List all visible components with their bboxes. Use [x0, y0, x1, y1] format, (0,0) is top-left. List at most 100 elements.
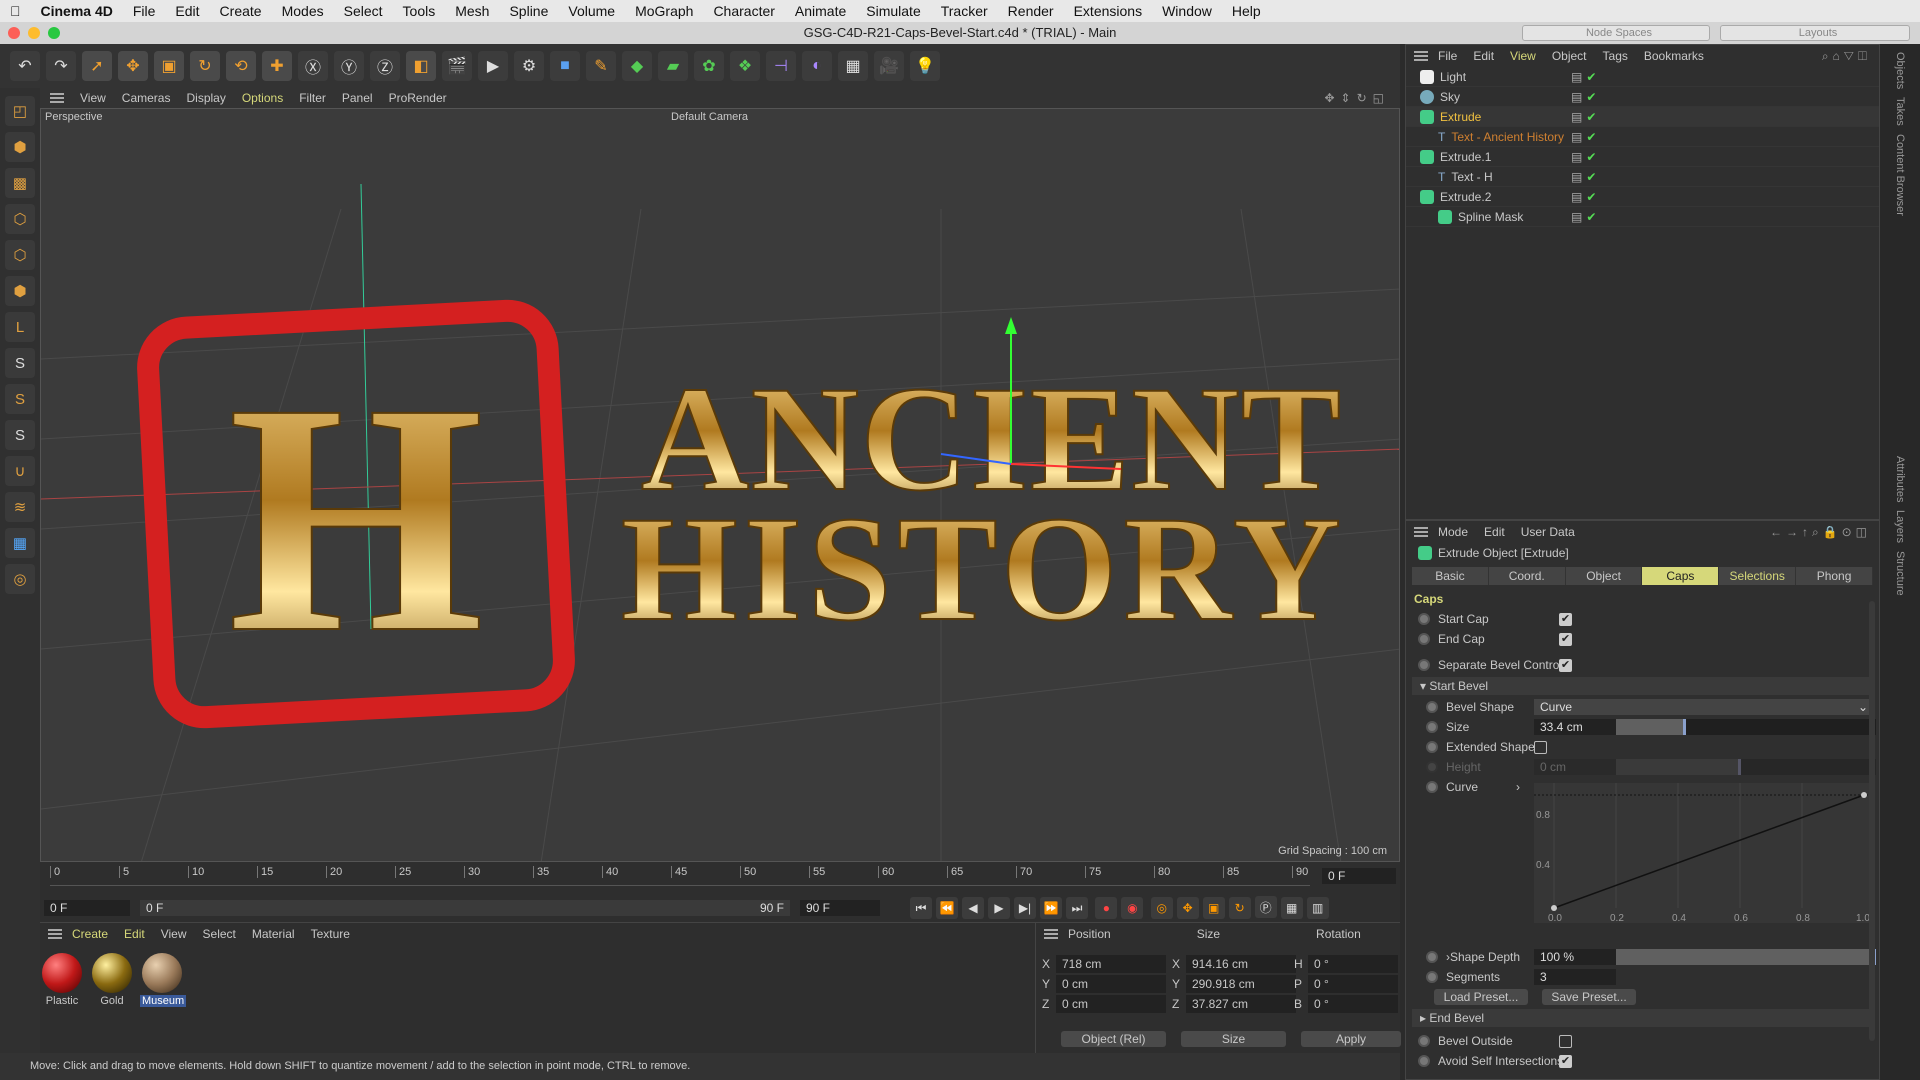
menu-window[interactable]: Window	[1152, 3, 1222, 19]
select-tool-icon[interactable]: ➚	[82, 51, 112, 81]
object-menu-icon[interactable]	[1414, 51, 1428, 61]
tab-object[interactable]: Object	[1565, 567, 1643, 585]
enabled-check-icon[interactable]: ✔	[1586, 130, 1596, 144]
enabled-check-icon[interactable]: ✔	[1586, 110, 1596, 124]
mat-menu-create[interactable]: Create	[72, 927, 108, 941]
object-row[interactable]: Extrude.2 ▤ ✔	[1406, 187, 1879, 207]
segments-field[interactable]: 3	[1534, 969, 1616, 985]
mat-menu-edit[interactable]: Edit	[124, 927, 145, 941]
edit-visibility-icon[interactable]: ▤	[1571, 150, 1582, 164]
add-tool-icon[interactable]: ✚	[262, 51, 292, 81]
obj-menu-edit[interactable]: Edit	[1473, 49, 1494, 63]
menu-select[interactable]: Select	[334, 3, 393, 19]
enabled-check-icon[interactable]: ✔	[1586, 150, 1596, 164]
shape-depth-field[interactable]: 100 %	[1534, 949, 1616, 965]
vp-menu-cameras[interactable]: Cameras	[122, 91, 171, 105]
size-slider[interactable]	[1616, 719, 1876, 735]
pen-icon[interactable]: ✎	[586, 51, 616, 81]
menu-simulate[interactable]: Simulate	[856, 3, 930, 19]
redo-icon[interactable]: ↷	[46, 51, 76, 81]
layouts-select[interactable]: Layouts	[1720, 25, 1910, 41]
undo-icon[interactable]: ↶	[10, 51, 40, 81]
mat-menu-view[interactable]: View	[161, 927, 187, 941]
viewport-nav-icons[interactable]: ✥⇕↻◱	[1324, 91, 1390, 105]
rotation-field[interactable]: 0 °	[1308, 995, 1398, 1013]
shape-depth-slider[interactable]	[1616, 949, 1876, 965]
enabled-check-icon[interactable]: ✔	[1586, 70, 1596, 84]
chevron-right-icon[interactable]: ›	[1516, 780, 1520, 794]
attr-menu-mode[interactable]: Mode	[1438, 525, 1468, 539]
extrude-icon[interactable]: ▰	[658, 51, 688, 81]
goto-end-icon[interactable]: ⏭	[1066, 897, 1088, 919]
side-tab-structure[interactable]: Structure	[1894, 551, 1906, 596]
obj-menu-view[interactable]: View	[1510, 49, 1536, 63]
separate-bevel-checkbox[interactable]: ✔	[1559, 658, 1572, 672]
tab-basic[interactable]: Basic	[1412, 567, 1489, 585]
field-icon[interactable]: ◐	[802, 51, 832, 81]
bevel-shape-select[interactable]: Curve ⌄	[1534, 699, 1874, 715]
enabled-check-icon[interactable]: ✔	[1586, 190, 1596, 204]
mat-menu-texture[interactable]: Texture	[311, 927, 350, 941]
anim-radio[interactable]	[1426, 741, 1438, 753]
autokey-icon[interactable]: ◉	[1121, 896, 1144, 919]
menu-animate[interactable]: Animate	[785, 3, 856, 19]
end-frame-field[interactable]: 90 F	[800, 900, 880, 916]
rotation-field[interactable]: 0 °	[1308, 975, 1398, 993]
object-row[interactable]: Spline Mask ▤ ✔	[1406, 207, 1879, 227]
layer-icon[interactable]: ≋	[5, 492, 35, 522]
position-field[interactable]: 0 cm	[1056, 975, 1166, 993]
menu-modes[interactable]: Modes	[272, 3, 334, 19]
anim-radio[interactable]	[1418, 1055, 1430, 1067]
axis-mode-icon[interactable]: L	[5, 312, 35, 342]
material-plastic[interactable]: Plastic	[40, 953, 84, 1007]
anim-radio[interactable]	[1418, 1035, 1430, 1047]
side-tab-layers[interactable]: Layers	[1894, 510, 1906, 543]
object-row[interactable]: Extrude ▤ ✔	[1406, 107, 1879, 127]
anim-radio[interactable]	[1426, 701, 1438, 713]
enabled-check-icon[interactable]: ✔	[1586, 170, 1596, 184]
enabled-check-icon[interactable]: ✔	[1586, 90, 1596, 104]
edit-visibility-icon[interactable]: ▤	[1571, 110, 1582, 124]
start-frame-field[interactable]: 0 F	[44, 900, 130, 916]
floor-icon[interactable]: ▦	[838, 51, 868, 81]
viewport-menu-icon[interactable]	[50, 93, 64, 103]
anim-radio[interactable]	[1418, 659, 1430, 671]
curve-editor[interactable]: 0.8 0.4 0.0 0.2 0.4 0.6 0.8 1.0	[1534, 783, 1874, 923]
material-gold[interactable]: Gold	[90, 953, 134, 1007]
coord-mode-select[interactable]: Object (Rel)	[1061, 1031, 1166, 1047]
object-row[interactable]: T Text - H ▤ ✔	[1406, 167, 1879, 187]
tab-phong[interactable]: Phong	[1796, 567, 1873, 585]
current-frame-field[interactable]: 0 F	[1322, 868, 1396, 884]
anim-radio[interactable]	[1418, 613, 1430, 625]
prev-key-icon[interactable]: ⏪	[936, 896, 958, 919]
menu-volume[interactable]: Volume	[558, 3, 625, 19]
gizmo-y-arrow[interactable]	[1005, 317, 1017, 334]
vp-menu-view[interactable]: View	[80, 91, 106, 105]
start-bevel-section[interactable]: ▾ Start Bevel	[1412, 677, 1873, 695]
side-tab-attributes[interactable]: Attributes	[1894, 456, 1906, 502]
y-axis-icon[interactable]: Ⓨ	[334, 51, 364, 81]
polygons-mode-icon[interactable]: ⬢	[5, 276, 35, 306]
mograph-icon[interactable]: ❖	[730, 51, 760, 81]
side-tab-takes[interactable]: Takes	[1894, 97, 1906, 126]
anim-radio[interactable]	[1426, 971, 1438, 983]
position-field[interactable]: 0 cm	[1056, 995, 1166, 1013]
avoid-self-intersections-checkbox[interactable]: ✔	[1559, 1054, 1572, 1068]
menu-render[interactable]: Render	[998, 3, 1064, 19]
load-preset-button[interactable]: Load Preset...	[1434, 989, 1528, 1005]
workplane-icon[interactable]: S	[5, 420, 35, 450]
prev-frame-icon[interactable]: ◀	[962, 896, 984, 919]
position-field[interactable]: 718 cm	[1056, 955, 1166, 973]
edit-visibility-icon[interactable]: ▤	[1571, 190, 1582, 204]
scale-tool-icon[interactable]: ▣	[154, 51, 184, 81]
obj-menu-tags[interactable]: Tags	[1603, 49, 1628, 63]
minimize-button[interactable]	[28, 27, 40, 39]
make-editable-icon[interactable]: ◰	[5, 96, 35, 126]
start-cap-checkbox[interactable]: ✔	[1559, 612, 1572, 626]
enabled-check-icon[interactable]: ✔	[1586, 210, 1596, 224]
apple-icon[interactable]: 	[0, 3, 31, 19]
edit-visibility-icon[interactable]: ▤	[1571, 90, 1582, 104]
menu-tracker[interactable]: Tracker	[931, 3, 998, 19]
coordinate-system-icon[interactable]: ◧	[406, 51, 436, 81]
tab-coord[interactable]: Coord.	[1488, 567, 1566, 585]
